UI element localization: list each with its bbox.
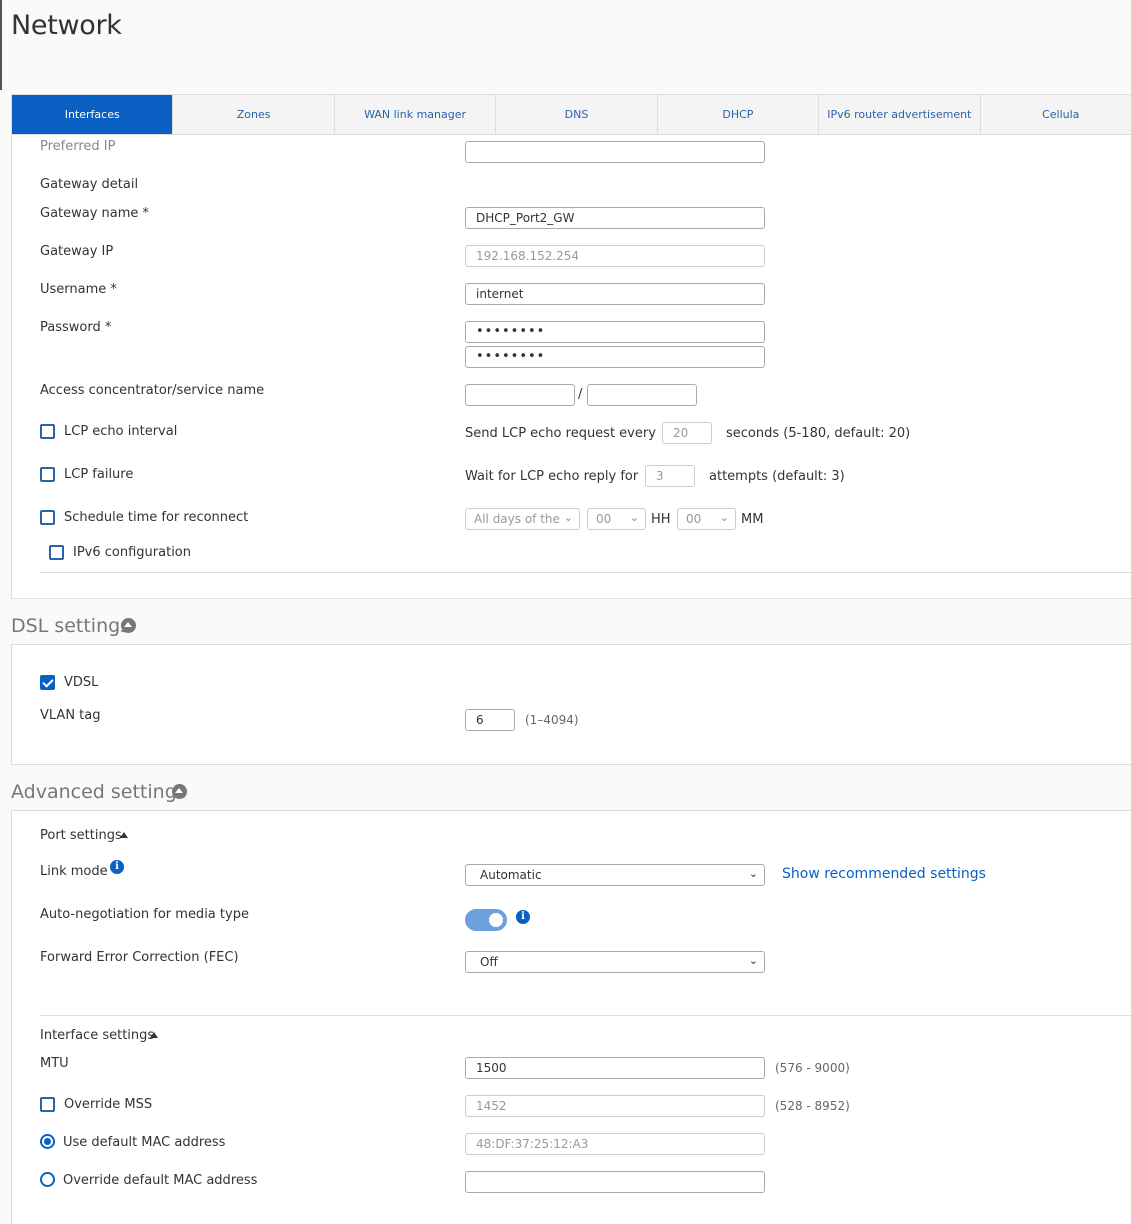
tab-zones[interactable]: Zones [173,95,335,134]
service-name-input[interactable] [587,384,697,406]
use-default-mac-radio[interactable] [40,1134,55,1149]
show-recommended-settings-link[interactable]: Show recommended settings [782,866,986,882]
vlan-tag-hint: (1–4094) [525,713,579,727]
default-mac-input[interactable]: 48:DF:37:25:12:A3 [465,1133,765,1155]
password-label: Password * [40,320,112,335]
override-mac-radio[interactable] [40,1172,55,1187]
collapse-interface-settings-icon[interactable] [150,1032,158,1038]
schedule-reconnect-checkbox[interactable] [40,510,55,525]
link-mode-label: Link mode [40,864,108,879]
gateway-name-label: Gateway name * [40,206,150,221]
vlan-tag-label: VLAN tag [40,708,101,723]
link-mode-select[interactable]: Automatic ⌄ [465,864,765,886]
schedule-days-select[interactable]: All days of the ⌄ [465,508,580,530]
preferred-ip-input[interactable] [465,141,765,163]
hour-unit-label: HH [651,512,671,527]
schedule-hour-value: 00 [596,512,612,526]
lcp-failure-hint: attempts (default: 3) [709,469,845,484]
port-settings-heading: Port settings [40,828,122,843]
tab-cellular[interactable]: Cellula [981,95,1131,134]
chevron-down-icon: ⌄ [748,954,758,967]
vdsl-label: VDSL [64,675,99,690]
password-confirm-input[interactable]: •••••••• [465,346,765,368]
username-label: Username * [40,282,117,297]
gateway-detail-heading: Gateway detail [40,177,139,192]
chevron-down-icon: ⌄ [719,511,729,524]
fec-select[interactable]: Off ⌄ [465,951,765,973]
password-input[interactable]: •••••••• [465,321,765,343]
page-title: Network [11,10,122,41]
mtu-hint: (576 - 9000) [775,1061,850,1075]
dsl-settings-title: DSL settings [11,615,131,637]
vdsl-checkbox[interactable] [40,675,55,690]
mtu-label: MTU [40,1056,69,1071]
schedule-hour-select[interactable]: 00 ⌄ [587,508,646,530]
lcp-failure-input[interactable]: 3 [645,465,695,487]
gateway-ip-input[interactable]: 192.168.152.254 [465,245,765,267]
lcp-echo-text: Send LCP echo request every [465,426,656,441]
fec-value: Off [480,955,498,969]
preferred-ip-label: Preferred IP [40,139,116,154]
minute-unit-label: MM [741,512,764,527]
tab-bar: Interfaces Zones WAN link manager DNS DH… [11,94,1131,135]
ipv6-configuration-label: IPv6 configuration [73,545,192,560]
mss-hint: (528 - 8952) [775,1099,850,1113]
mss-input[interactable]: 1452 [465,1095,765,1117]
collapse-dsl-icon[interactable] [121,618,136,633]
auto-negotiation-label: Auto-negotiation for media type [40,907,249,922]
tab-dns[interactable]: DNS [496,95,658,134]
lcp-echo-input[interactable]: 20 [662,422,712,444]
link-mode-value: Automatic [480,868,542,882]
tab-dhcp[interactable]: DHCP [658,95,820,134]
lcp-echo-label: LCP echo interval [64,424,178,439]
tab-interfaces[interactable]: Interfaces [12,95,174,134]
access-concentrator-label: Access concentrator/service name [40,383,265,398]
schedule-days-value: All days of the [474,512,560,526]
dsl-settings-panel [11,644,1131,765]
ipv6-configuration-checkbox[interactable] [49,545,64,560]
info-icon[interactable]: i [110,860,124,874]
tab-ipv6-router-advertisement[interactable]: IPv6 router advertisement [819,95,981,134]
chevron-down-icon: ⌄ [629,511,639,524]
lcp-echo-checkbox[interactable] [40,424,55,439]
lcp-failure-label: LCP failure [64,467,134,482]
divider [40,1015,1131,1016]
access-separator: / [578,387,583,402]
lcp-failure-checkbox[interactable] [40,467,55,482]
mtu-input[interactable]: 1500 [465,1057,765,1079]
window-edge [0,0,2,90]
fec-label: Forward Error Correction (FEC) [40,950,239,965]
tab-wan-link-manager[interactable]: WAN link manager [335,95,497,134]
access-concentrator-input[interactable] [465,384,575,406]
override-mss-label: Override MSS [64,1097,153,1112]
interface-settings-heading: Interface settings [40,1028,155,1043]
override-mac-label: Override default MAC address [63,1173,258,1188]
schedule-reconnect-label: Schedule time for reconnect [64,510,249,525]
gateway-name-input[interactable]: DHCP_Port2_GW [465,207,765,229]
chevron-down-icon: ⌄ [748,867,758,880]
lcp-failure-text: Wait for LCP echo reply for [465,469,639,484]
chevron-down-icon: ⌄ [563,511,573,524]
divider [40,572,1131,573]
schedule-minute-value: 00 [686,512,702,526]
schedule-minute-select[interactable]: 00 ⌄ [677,508,736,530]
username-input[interactable]: internet [465,283,765,305]
use-default-mac-label: Use default MAC address [63,1135,226,1150]
lcp-echo-hint: seconds (5-180, default: 20) [726,426,911,441]
gateway-ip-label: Gateway IP [40,244,114,259]
collapse-advanced-icon[interactable] [172,784,187,799]
override-mac-input[interactable] [465,1171,765,1193]
collapse-port-settings-icon[interactable] [120,832,128,838]
override-mss-checkbox[interactable] [40,1097,55,1112]
info-icon[interactable]: i [516,910,530,924]
advanced-settings-title: Advanced settings [11,781,187,803]
auto-negotiation-toggle[interactable] [465,909,507,931]
vlan-tag-input[interactable]: 6 [465,709,515,731]
